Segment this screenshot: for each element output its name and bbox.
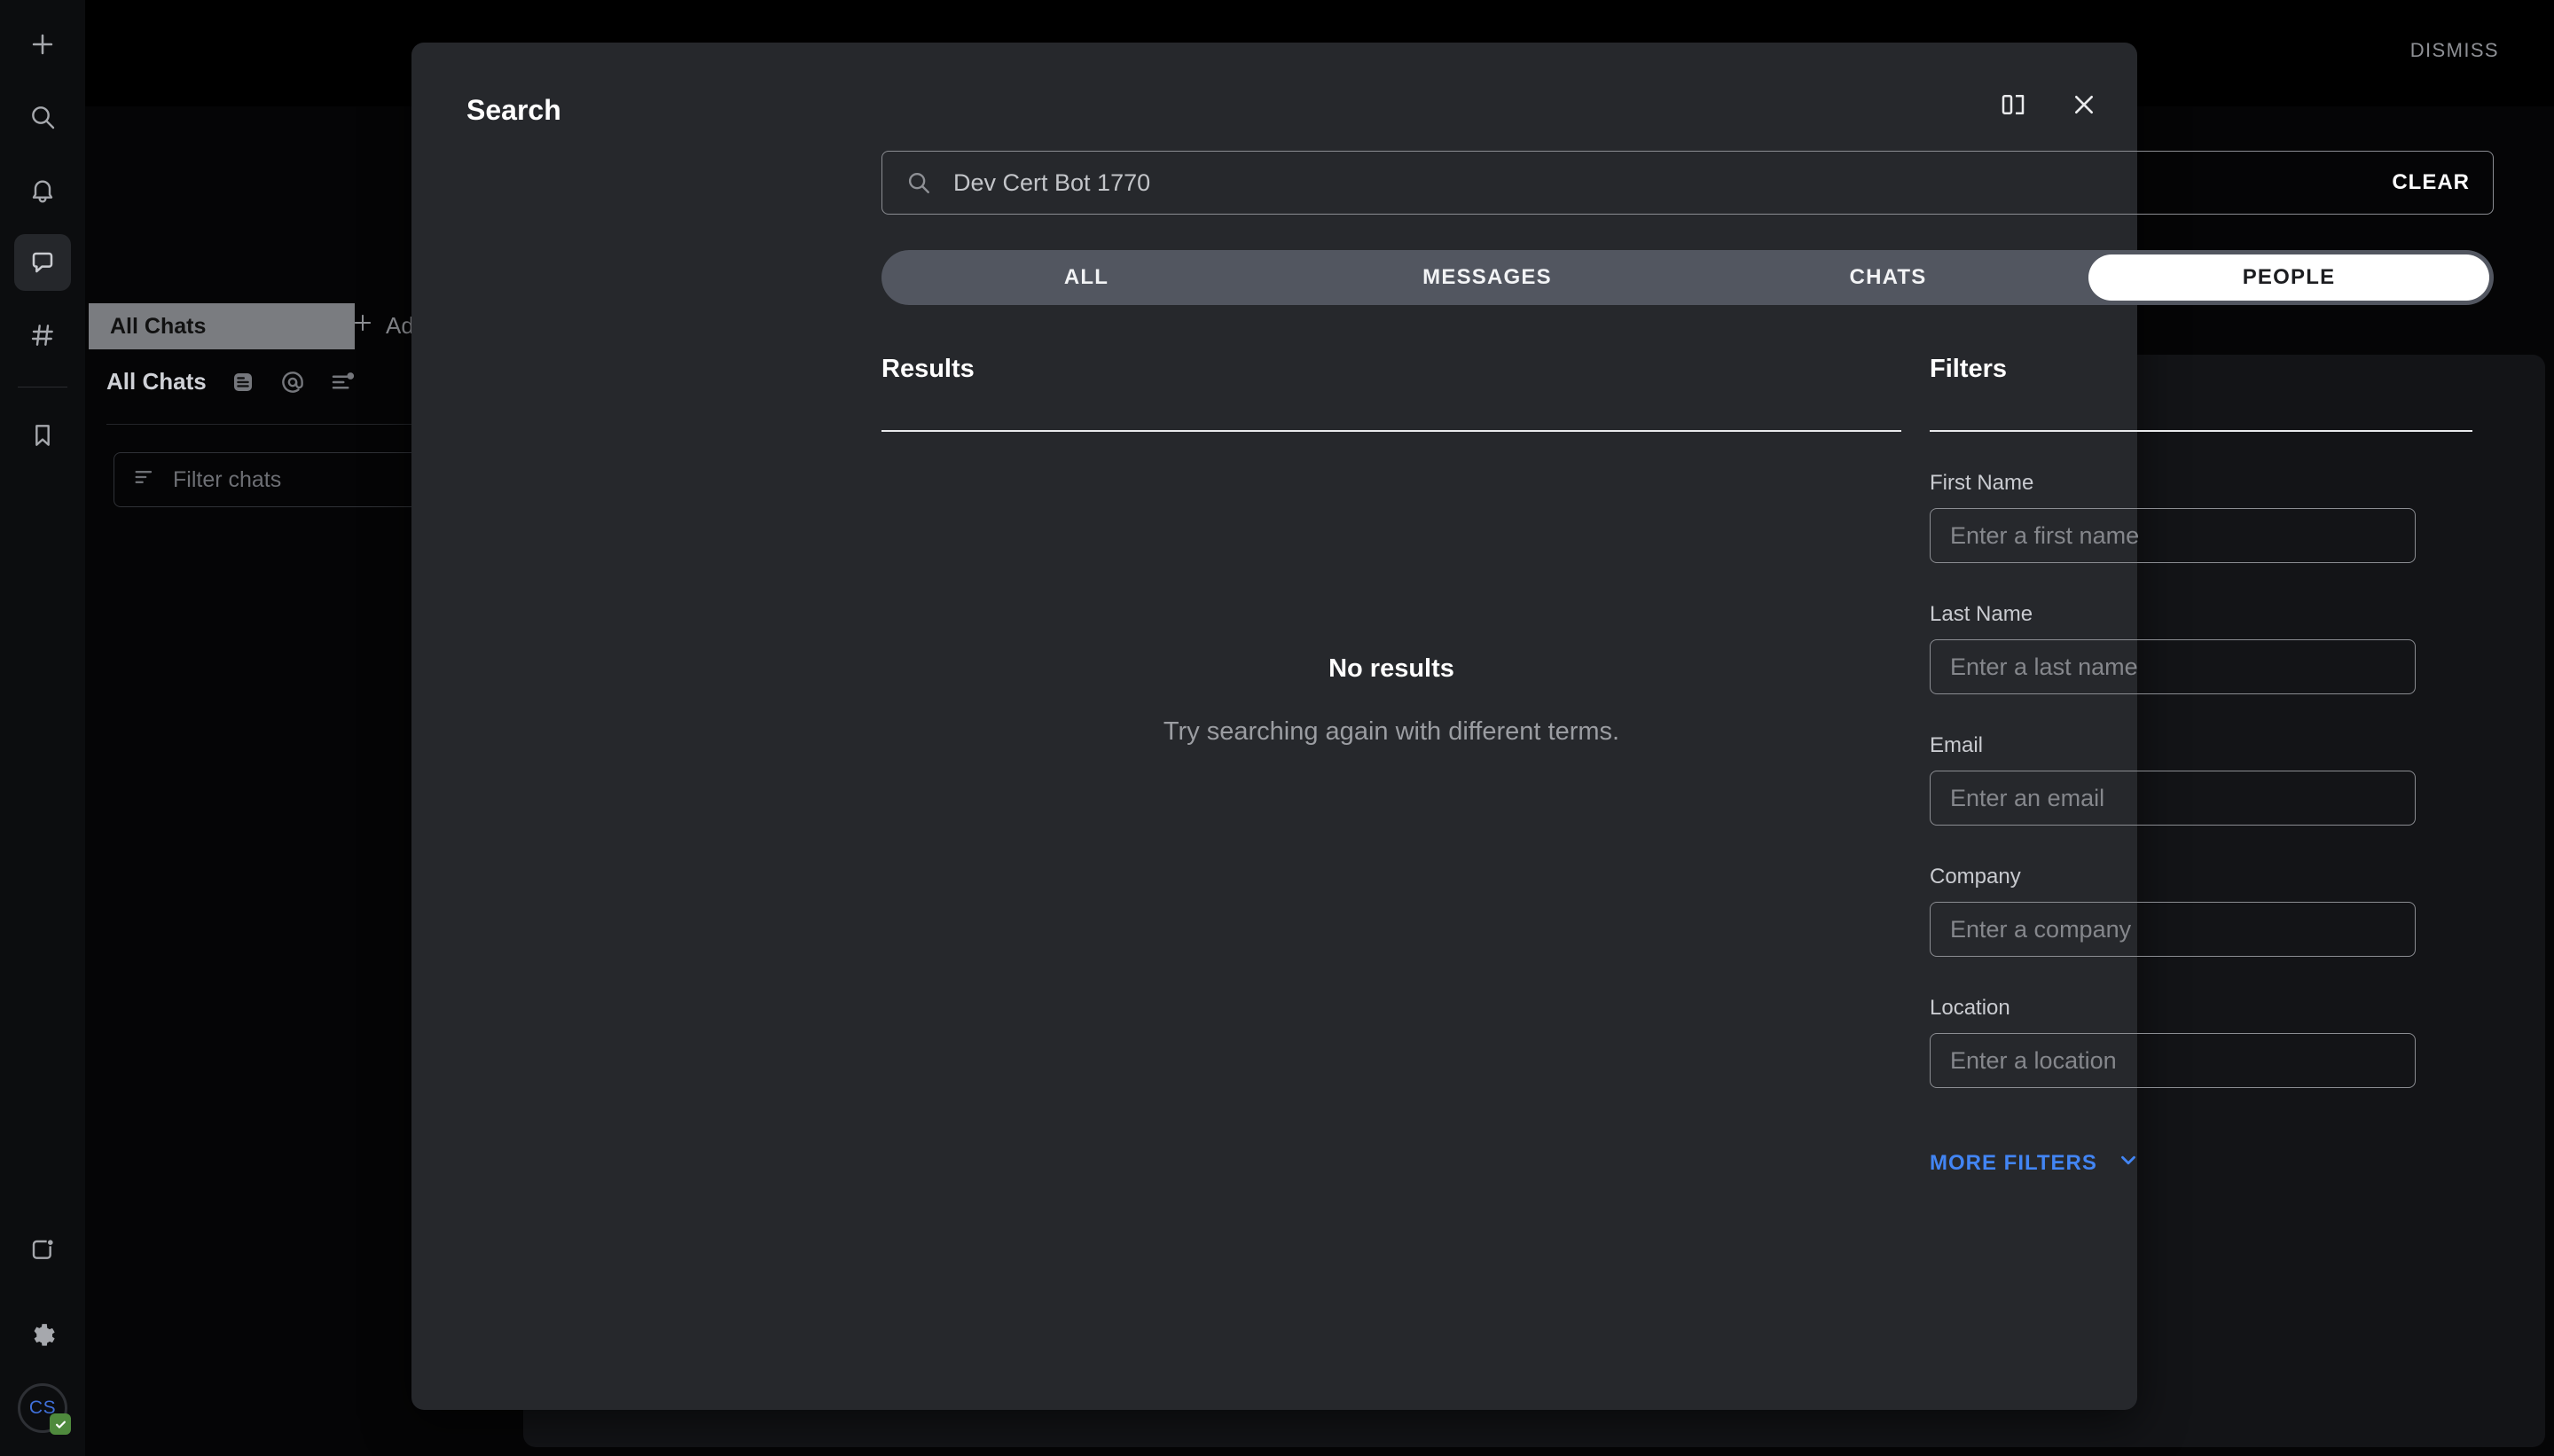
list-header-label: All Chats bbox=[106, 368, 207, 395]
results-column: Results bbox=[881, 355, 1901, 432]
background-list-header: All Chats bbox=[106, 368, 356, 395]
clear-button[interactable]: CLEAR bbox=[2392, 170, 2470, 195]
split-view-icon bbox=[2000, 91, 2026, 122]
field-label: First Name bbox=[1930, 471, 2034, 495]
more-filters-label: MORE FILTERS bbox=[1930, 1150, 2097, 1175]
tab-people[interactable]: PEOPLE bbox=[2088, 254, 2489, 301]
location-input[interactable]: Enter a location bbox=[1930, 1033, 2416, 1088]
gear-icon bbox=[28, 1321, 57, 1350]
search-icon bbox=[905, 169, 932, 196]
avatar[interactable]: CS bbox=[18, 1383, 71, 1435]
field-first-name: First Name Enter a first name bbox=[1930, 471, 2472, 563]
new-button[interactable] bbox=[14, 16, 71, 73]
page-title: Search bbox=[466, 94, 561, 126]
dialog-header: Search bbox=[411, 43, 2137, 131]
field-email: Email Enter an email bbox=[1930, 733, 2472, 826]
search-icon bbox=[28, 103, 57, 131]
chat-icon bbox=[28, 248, 57, 277]
search-dialog: Search Dev Cert Bot 1770 CLEAR ALL MESSA… bbox=[411, 43, 2494, 1410]
tab-messages[interactable]: MESSAGES bbox=[1287, 254, 1688, 301]
empty-state-title: No results bbox=[1328, 654, 1454, 683]
more-filters-button[interactable]: MORE FILTERS bbox=[1930, 1148, 2472, 1178]
last-name-input[interactable]: Enter a last name bbox=[1930, 639, 2416, 694]
field-label: Company bbox=[1930, 865, 2021, 888]
filters-column: Filters First Name Enter a first name La… bbox=[1930, 355, 2472, 1178]
sidebar-item-notifications[interactable] bbox=[14, 161, 71, 218]
sidebar-item-search[interactable] bbox=[14, 89, 71, 145]
rail-bottom-group: CS bbox=[14, 1206, 71, 1435]
dialog-header-actions bbox=[1995, 89, 2102, 124]
close-button[interactable] bbox=[2066, 89, 2102, 124]
filters-divider bbox=[1930, 430, 2472, 432]
field-last-name: Last Name Enter a last name bbox=[1930, 602, 2472, 694]
apps-icon bbox=[28, 1236, 57, 1264]
apps-button[interactable] bbox=[14, 1222, 71, 1279]
field-company: Company Enter a company bbox=[1930, 865, 2472, 957]
email-input[interactable]: Enter an email bbox=[1930, 771, 2416, 826]
field-location: Location Enter a location bbox=[1930, 996, 2472, 1088]
search-scope-tabs: ALL MESSAGES CHATS PEOPLE bbox=[881, 250, 2494, 305]
field-label: Last Name bbox=[1930, 602, 2033, 626]
add-tab-button[interactable]: Ad bbox=[350, 310, 414, 341]
field-label: Location bbox=[1930, 996, 2010, 1020]
sidebar-item-channels[interactable] bbox=[14, 307, 71, 364]
field-label: Email bbox=[1930, 733, 1984, 757]
first-name-input[interactable]: Enter a first name bbox=[1930, 508, 2416, 563]
bell-icon bbox=[28, 176, 57, 204]
tab-all[interactable]: ALL bbox=[886, 254, 1287, 301]
plus-icon bbox=[350, 310, 375, 341]
settings-button[interactable] bbox=[14, 1307, 71, 1364]
results-divider bbox=[881, 430, 1901, 432]
filter-chats-placeholder: Filter chats bbox=[173, 466, 282, 492]
chevron-down-icon bbox=[2117, 1148, 2140, 1178]
company-input[interactable]: Enter a company bbox=[1930, 902, 2416, 957]
search-input-value: Dev Cert Bot 1770 bbox=[953, 168, 1151, 196]
background-tab-all-chats[interactable]: All Chats bbox=[89, 303, 355, 349]
mentions-icon[interactable] bbox=[279, 369, 306, 395]
left-rail: CS bbox=[0, 0, 85, 1456]
sidebar-item-chats[interactable] bbox=[14, 234, 71, 291]
plus-icon bbox=[27, 29, 58, 59]
close-icon bbox=[2070, 90, 2098, 123]
dismiss-button[interactable]: DISMISS bbox=[2410, 39, 2499, 62]
filter-icon bbox=[132, 465, 157, 496]
app-root: CS DISMISS All Chats Ad All Chats Filter… bbox=[0, 0, 2554, 1456]
sidebar-item-saved[interactable] bbox=[14, 407, 71, 464]
search-input[interactable]: Dev Cert Bot 1770 CLEAR bbox=[881, 151, 2494, 215]
empty-state-subtitle: Try searching again with different terms… bbox=[1163, 717, 1620, 746]
background-divider bbox=[106, 424, 461, 425]
tab-chats[interactable]: CHATS bbox=[1688, 254, 2088, 301]
split-view-button[interactable] bbox=[1995, 89, 2031, 124]
results-heading: Results bbox=[881, 355, 975, 383]
add-tab-label: Ad bbox=[386, 312, 414, 339]
filters-heading: Filters bbox=[1930, 355, 2008, 383]
hash-icon bbox=[28, 321, 57, 349]
bookmark-icon bbox=[28, 421, 57, 450]
sort-icon[interactable] bbox=[329, 369, 356, 395]
unread-icon[interactable] bbox=[230, 369, 256, 395]
empty-state: No results Try searching again with diff… bbox=[881, 654, 1901, 747]
status-badge bbox=[50, 1413, 71, 1435]
